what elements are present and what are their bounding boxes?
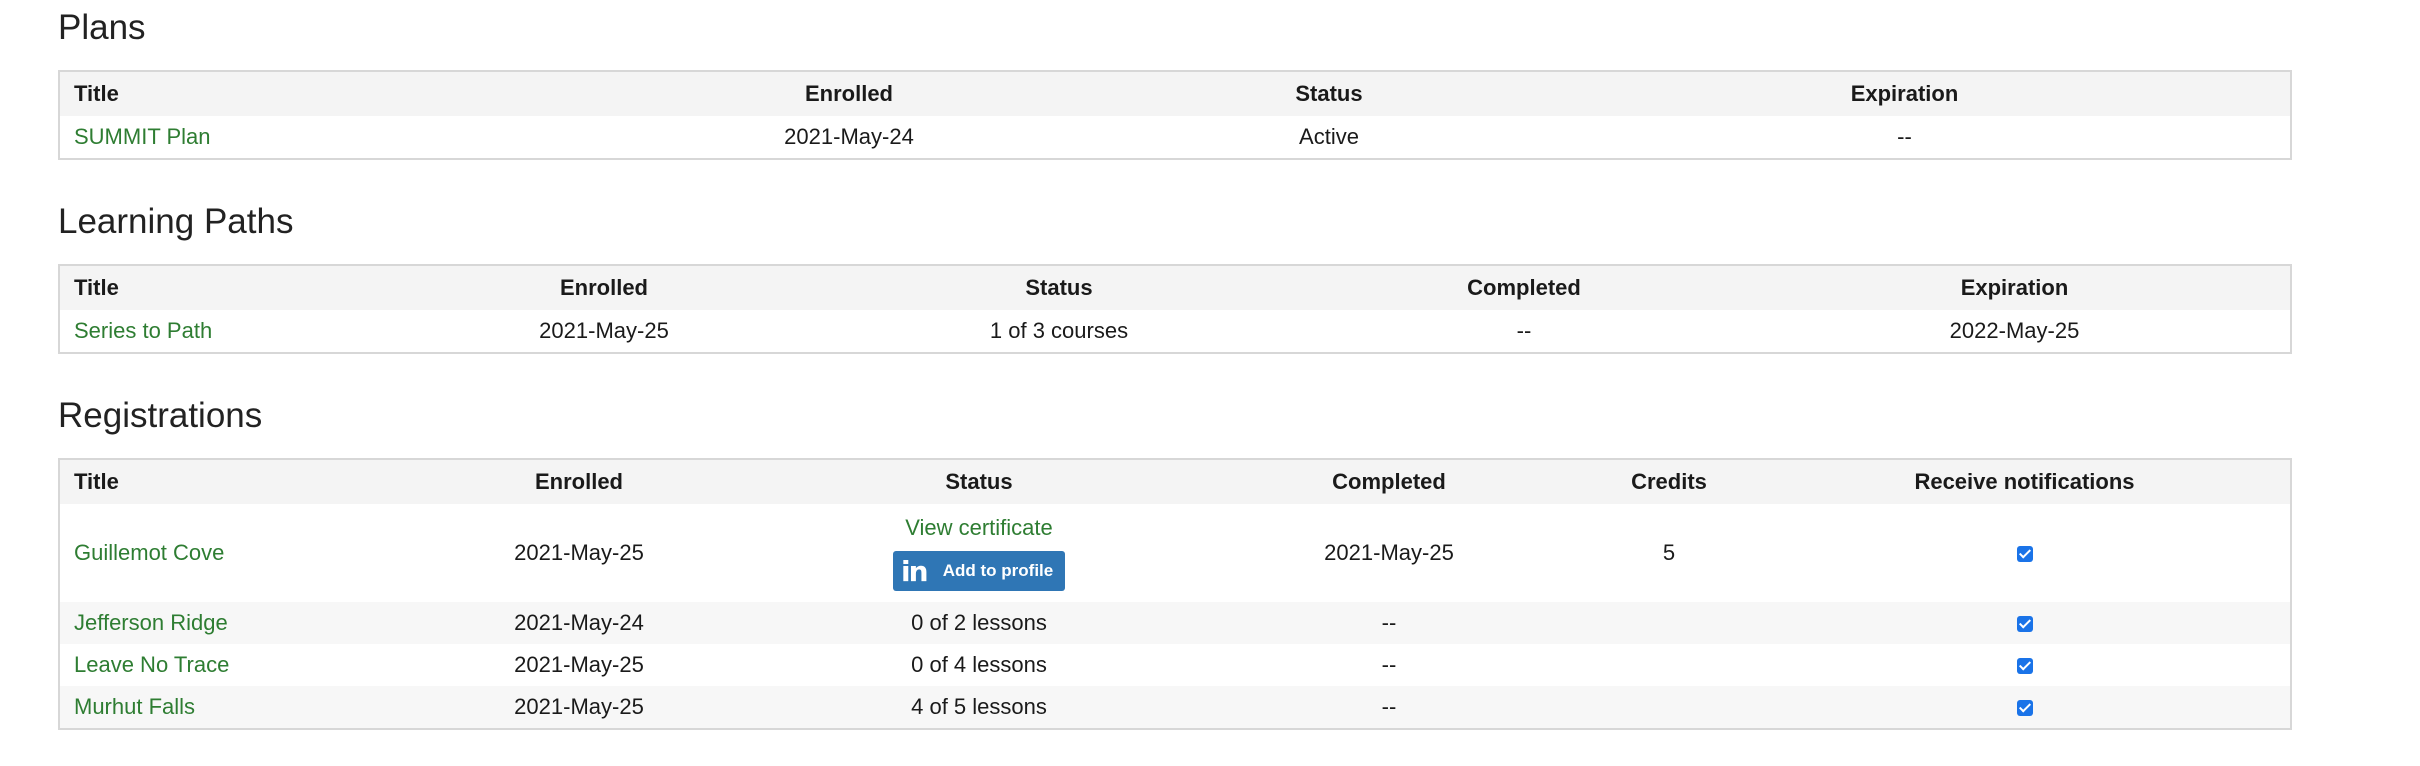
status-cell: 0 of 4 lessons	[911, 652, 1047, 677]
registration-title-link[interactable]: Jefferson Ridge	[74, 610, 228, 635]
column-header-completed: Completed	[1309, 265, 1739, 310]
completed-cell: --	[1516, 318, 1532, 343]
view-certificate-link[interactable]: View certificate	[773, 515, 1185, 541]
column-header-title: Title	[59, 459, 399, 504]
notifications-cell	[1759, 686, 2291, 729]
registration-title-link[interactable]: Guillemot Cove	[74, 540, 224, 565]
status-cell: Active	[1299, 124, 1359, 149]
status-cell: 4 of 5 lessons	[759, 686, 1199, 729]
status-cell: 1 of 3 courses	[989, 318, 1129, 343]
notifications-cell	[1759, 602, 2291, 644]
registrations-table: Title Enrolled Status Completed Credits …	[58, 458, 2292, 730]
linkedin-icon: in	[900, 554, 929, 588]
linkedin-button-label: Add to profile	[942, 561, 1054, 580]
completed-cell: --	[1199, 686, 1579, 729]
linkedin-add-to-profile-button[interactable]: in Add to profile	[892, 551, 1066, 591]
table-row: Guillemot Cove 2021-May-25 View certific…	[59, 504, 2291, 602]
receive-notifications-checkbox[interactable]	[2016, 658, 2033, 675]
enrolled-cell: 2021-May-24	[784, 124, 914, 149]
plans-heading: Plans	[58, 8, 146, 47]
plans-header-row: Title Enrolled Status Expiration	[59, 71, 2291, 116]
column-header-status: Status	[809, 265, 1309, 310]
notifications-cell	[1759, 644, 2291, 686]
plan-title-link[interactable]: SUMMIT Plan	[74, 124, 211, 149]
table-row: Jefferson Ridge 2021-May-24 0 of 2 lesso…	[59, 602, 2291, 644]
column-header-enrolled: Enrolled	[559, 71, 1139, 116]
notifications-cell	[1759, 504, 2291, 602]
receive-notifications-checkbox[interactable]	[2016, 616, 2033, 633]
column-header-title: Title	[59, 265, 399, 310]
table-row: Series to Path 2021-May-25 1 of 3 course…	[59, 310, 2291, 353]
column-header-expiration: Expiration	[1739, 265, 2291, 310]
completed-cell: --	[1199, 602, 1579, 644]
column-header-title: Title	[59, 71, 559, 116]
credits-cell: 5	[1662, 540, 1676, 565]
enrolled-cell: 2021-May-25	[514, 540, 644, 565]
status-cell: View certificate in Add to profile	[759, 504, 1199, 602]
credits-cell	[1579, 602, 1759, 644]
enrolled-cell: 2021-May-25	[539, 318, 669, 343]
registration-title-cell: Jefferson Ridge	[59, 602, 399, 644]
column-header-enrolled: Enrolled	[399, 265, 809, 310]
enrolled-cell: 2021-May-24	[399, 602, 759, 644]
receive-notifications-checkbox[interactable]	[2016, 700, 2033, 717]
expiration-cell: --	[1897, 124, 1912, 149]
table-row: SUMMIT Plan 2021-May-24 Active --	[59, 116, 2291, 159]
credits-cell	[1579, 686, 1759, 729]
credits-cell	[1579, 644, 1759, 686]
path-title-cell: Series to Path	[59, 310, 399, 353]
completed-cell: --	[1381, 652, 1397, 677]
learning-paths-header-row: Title Enrolled Status Completed Expirati…	[59, 265, 2291, 310]
registrations-heading: Registrations	[58, 396, 263, 435]
learning-paths-heading: Learning Paths	[58, 202, 294, 241]
registration-title-cell: Murhut Falls	[59, 686, 399, 729]
path-title-link[interactable]: Series to Path	[74, 318, 212, 343]
learning-paths-table: Title Enrolled Status Completed Expirati…	[58, 264, 2292, 354]
column-header-enrolled: Enrolled	[399, 459, 759, 504]
registration-title-cell: Leave No Trace	[59, 644, 399, 686]
registrations-header-row: Title Enrolled Status Completed Credits …	[59, 459, 2291, 504]
table-row: Murhut Falls 2021-May-25 4 of 5 lessons …	[59, 686, 2291, 729]
column-header-completed: Completed	[1199, 459, 1579, 504]
column-header-expiration: Expiration	[1519, 71, 2291, 116]
column-header-credits: Credits	[1579, 459, 1759, 504]
completed-cell: 2021-May-25	[1324, 540, 1454, 565]
plan-title-cell: SUMMIT Plan	[59, 116, 559, 159]
plans-table: Title Enrolled Status Expiration SUMMIT …	[58, 70, 2292, 160]
table-row: Leave No Trace 2021-May-25 0 of 4 lesson…	[59, 644, 2291, 686]
enrolled-cell: 2021-May-25	[399, 686, 759, 729]
registration-title-cell: Guillemot Cove	[59, 504, 399, 602]
registration-title-link[interactable]: Leave No Trace	[74, 652, 229, 677]
enrolled-cell: 2021-May-25	[514, 652, 644, 677]
registration-title-link[interactable]: Murhut Falls	[74, 694, 195, 719]
column-header-status: Status	[759, 459, 1199, 504]
expiration-cell: 2022-May-25	[1949, 318, 2080, 343]
column-header-status: Status	[1139, 71, 1519, 116]
column-header-receive-notifications: Receive notifications	[1759, 459, 2291, 504]
receive-notifications-checkbox[interactable]	[2016, 546, 2033, 563]
status-cell: 0 of 2 lessons	[759, 602, 1199, 644]
